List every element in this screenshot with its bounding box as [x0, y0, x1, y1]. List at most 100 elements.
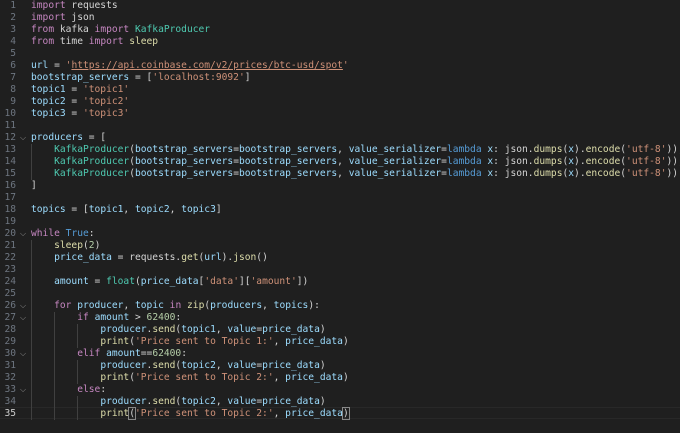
code-line[interactable]: 1 import requests: [0, 0, 680, 12]
code-line[interactable]: 30 ⌵ elif amount==62400:: [0, 348, 680, 360]
code-line[interactable]: 32 print('Price sent to Topic 2:', price…: [0, 372, 680, 384]
code-token: KafkaProducer: [54, 168, 130, 179]
code-line[interactable]: 21 sleep(2): [0, 240, 680, 252]
line-number: 34: [4, 396, 16, 407]
line-number: 9: [10, 96, 16, 107]
code-line[interactable]: 28 producer.send(topic1, value=price_dat…: [0, 324, 680, 336]
chevron-down-icon[interactable]: ⌵: [18, 300, 28, 312]
code-token: bootstrap_servers: [238, 156, 338, 167]
code-line[interactable]: 19: [0, 216, 680, 228]
code-token: topic2: [134, 204, 170, 215]
code-token: topic3: [31, 108, 66, 119]
code-line[interactable]: 9 topic2 = 'topic2': [0, 96, 680, 108]
code-line[interactable]: 12 ⌵ producers = [: [0, 132, 680, 144]
code-line[interactable]: 11: [0, 120, 680, 132]
code-line[interactable]: 17: [0, 192, 680, 204]
code-token: ).: [574, 168, 586, 179]
code-token: 'Price sent to Topic 1:': [134, 336, 274, 347]
code-line[interactable]: 20 ⌵ while True:: [0, 228, 680, 240]
code-token: topic2: [31, 96, 66, 107]
chevron-down-icon[interactable]: ⌵: [18, 228, 28, 240]
code-line[interactable]: 13 KafkaProducer(bootstrap_servers=boots…: [0, 144, 680, 156]
code-token: url: [204, 252, 222, 263]
code-line[interactable]: 14 KafkaProducer(bootstrap_servers=boots…: [0, 156, 680, 168]
code-line[interactable]: 34 producer.send(topic2, value=price_dat…: [0, 396, 680, 408]
code-line[interactable]: 27 ⌵ if amount > 62400:: [0, 312, 680, 324]
code-line[interactable]: 26 ⌵ for producer, topic in zip(producers…: [0, 300, 680, 312]
code-line[interactable]: 8 topic1 = 'topic1': [0, 84, 680, 96]
chevron-down-icon[interactable]: ⌵: [18, 312, 28, 324]
code-line[interactable]: 3 from kafka import KafkaProducer: [0, 24, 680, 36]
code-line[interactable]: 25: [0, 288, 680, 300]
code-token: : json.: [493, 168, 534, 179]
code-token: =: [88, 276, 107, 287]
code-token: >: [129, 312, 147, 323]
code-line[interactable]: 15 KafkaProducer(bootstrap_servers=boots…: [0, 168, 680, 180]
code-line[interactable]: 33 ⌵ else:: [0, 384, 680, 396]
code-token: ).: [221, 252, 234, 263]
chevron-down-icon[interactable]: ⌵: [18, 132, 28, 144]
code-token: producers: [31, 132, 83, 143]
code-token: dumps: [533, 144, 563, 155]
code-line[interactable]: 29 print('Price sent to Topic 1:', price…: [0, 336, 680, 348]
code-token: json: [65, 12, 95, 23]
line-number: 33: [4, 384, 16, 395]
line-number: 8: [10, 84, 16, 95]
code-token: amount: [106, 348, 141, 359]
line-number: 31: [4, 360, 16, 371]
code-token: )): [666, 168, 679, 179]
chevron-down-icon[interactable]: ⌵: [18, 384, 28, 396]
code-token: 'topic2': [82, 96, 130, 107]
chevron-down-icon[interactable]: ⌵: [18, 348, 28, 360]
code-text: price_data = requests.get(url).json(): [31, 252, 268, 264]
code-token: ]: [31, 180, 37, 191]
code-token: = [: [65, 204, 89, 215]
code-token: : json.: [493, 156, 534, 167]
code-line[interactable]: 6 url = 'https://api.coinbase.com/v2/pric…: [0, 60, 680, 72]
code-line[interactable]: 22 price_data = requests.get(url).json(): [0, 252, 680, 264]
line-number: 25: [4, 288, 16, 299]
code-text: print('Price sent to Topic 2:', price_da…: [31, 372, 348, 384]
line-number: 19: [4, 216, 16, 227]
code-token: 62400: [146, 312, 176, 323]
line-number: 20: [4, 228, 16, 239]
code-token: 'utf-8': [626, 144, 667, 155]
code-line[interactable]: 18 topics = [topic1, topic2, topic3]: [0, 204, 680, 216]
code-line[interactable]: 16]: [0, 180, 680, 192]
code-text: KafkaProducer(bootstrap_servers=bootstra…: [31, 168, 678, 180]
line-number: 26: [4, 300, 16, 311]
code-line[interactable]: 5: [0, 48, 680, 60]
code-token: 'utf-8': [626, 168, 667, 179]
code-token: bootstrap_servers: [134, 168, 234, 179]
code-token: producer: [100, 360, 147, 371]
code-token: zip: [187, 300, 205, 311]
code-line[interactable]: 23: [0, 264, 680, 276]
code-line[interactable]: 24 amount = float(price_data['data']['am…: [0, 276, 680, 288]
code-token: value: [227, 396, 257, 407]
code-line[interactable]: 35 print('Price sent to Topic 2:', price…: [0, 407, 680, 420]
code-token: ,: [123, 300, 135, 311]
code-token: 'topic1': [82, 84, 130, 95]
code-token: else: [77, 384, 101, 395]
code-text: from time import sleep: [31, 36, 158, 48]
code-token: in: [169, 300, 182, 311]
code-text: print('Price sent to Topic 2:', price_da…: [31, 407, 350, 420]
code-line[interactable]: 7 bootstrap_servers = ['localhost:9092']: [0, 72, 680, 84]
code-token: value_serializer: [348, 144, 442, 155]
line-number: 12: [4, 132, 16, 143]
code-editor[interactable]: 1 import requests 2 import json 3 from kafka …: [0, 0, 680, 433]
code-token: send: [152, 396, 176, 407]
code-line[interactable]: 31 producer.send(topic2, value=price_dat…: [0, 360, 680, 372]
code-line[interactable]: 2 import json: [0, 12, 680, 24]
code-line[interactable]: 10 topic3 = 'topic3': [0, 108, 680, 120]
code-token: ]: [244, 72, 251, 83]
code-token: producers: [210, 300, 263, 311]
code-token: print: [100, 336, 130, 347]
code-token: time: [54, 36, 89, 47]
code-line[interactable]: 4 from time import sleep: [0, 36, 680, 48]
line-number: 27: [4, 312, 16, 323]
